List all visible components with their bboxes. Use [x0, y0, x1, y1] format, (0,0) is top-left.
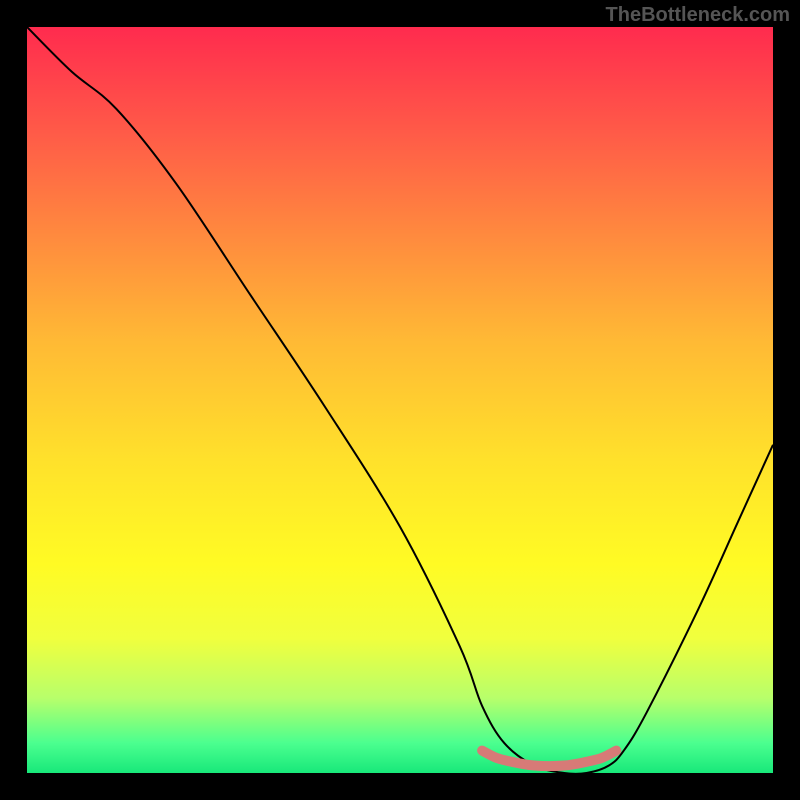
bottleneck-curve-line	[27, 27, 773, 773]
highlight-segment-line	[482, 751, 616, 766]
chart-container: TheBottleneck.com	[0, 0, 800, 800]
watermark-text: TheBottleneck.com	[606, 4, 790, 27]
chart-plot	[27, 27, 773, 773]
